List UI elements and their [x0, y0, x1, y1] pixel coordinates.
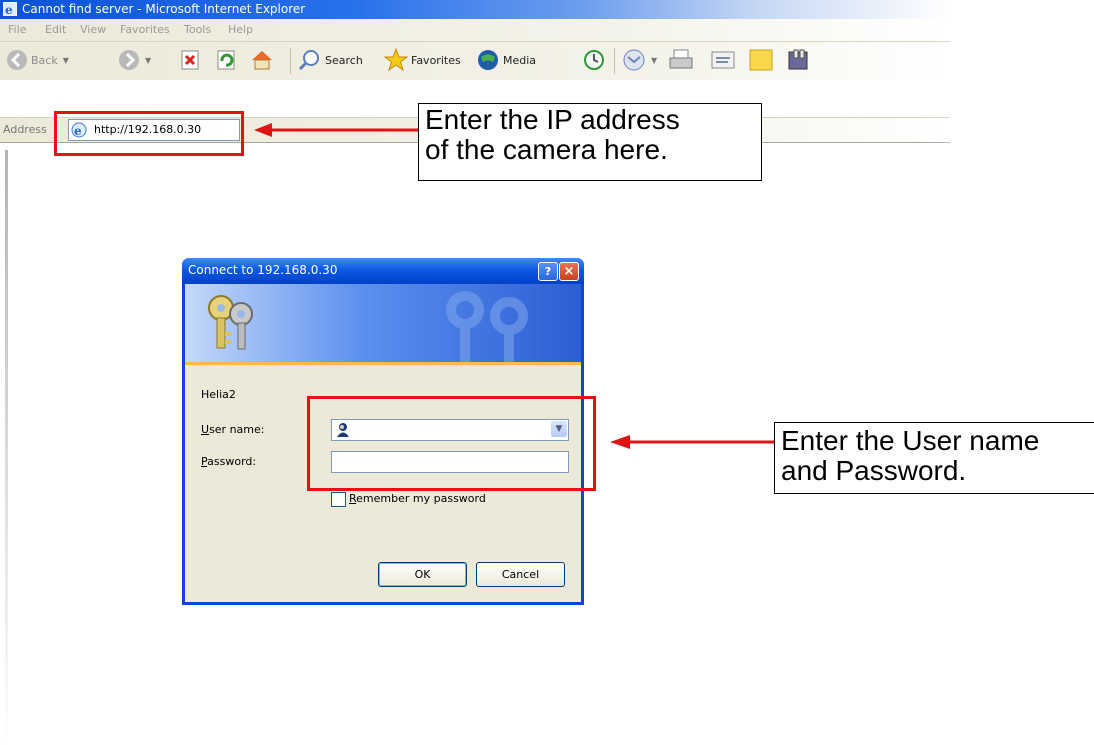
menu-file[interactable]: File [8, 23, 26, 36]
user-name-mnemonic: U [201, 423, 210, 436]
keys-watermark-icon [446, 291, 528, 362]
printer-icon [669, 49, 693, 69]
dialog-title-bar[interactable]: Connect to 192.168.0.30 ? × [182, 258, 584, 284]
ok-button[interactable]: OK [378, 562, 467, 587]
menu-bar: File Edit View Favorites Tools Help [0, 19, 950, 41]
ie-logo-icon: e [3, 2, 17, 16]
search-button[interactable]: Search [298, 47, 363, 73]
ie-title-bar[interactable]: e Cannot find server - Microsoft Interne… [0, 0, 950, 19]
toolbar-separator [614, 48, 615, 74]
login-callout-line2: and Password. [781, 455, 967, 486]
password-label: Password: [201, 455, 256, 468]
login-callout: Enter the User name and Password. [774, 422, 1094, 494]
address-label: Address [3, 123, 47, 136]
standard-toolbar: Back ▼ ▼ Search Favorites Media ▼ [0, 41, 950, 80]
home-icon [252, 51, 272, 70]
menu-help[interactable]: Help [228, 23, 253, 36]
favorites-label: Favorites [411, 53, 461, 67]
print-button[interactable] [668, 47, 694, 73]
chevron-down-icon[interactable]: ▼ [651, 56, 657, 65]
password-label-text: assword: [207, 455, 257, 468]
home-button[interactable] [250, 47, 274, 73]
arrow-left-icon [610, 435, 774, 449]
forward-arrow-icon [119, 50, 139, 70]
menu-edit[interactable]: Edit [45, 23, 66, 36]
remember-label-text: emember my password [356, 492, 486, 505]
star-icon [384, 48, 408, 72]
address-highlight-box [54, 111, 244, 156]
remember-password-checkbox[interactable] [331, 492, 346, 507]
stop-icon [181, 50, 199, 70]
history-icon [584, 50, 604, 70]
menu-tools[interactable]: Tools [184, 23, 211, 36]
login-highlight-box [307, 396, 596, 491]
user-name-label-text: ser name: [209, 423, 265, 436]
menu-favorites[interactable]: Favorites [120, 23, 170, 36]
keys-icon [208, 295, 253, 350]
media-button[interactable]: Media [476, 47, 536, 73]
svg-text:e: e [5, 3, 13, 16]
address-callout-line1: Enter the IP address [425, 104, 680, 135]
mail-icon [623, 49, 645, 71]
messenger-icon [788, 49, 808, 70]
forward-button[interactable]: ▼ [118, 47, 151, 73]
chevron-down-icon[interactable]: ▼ [145, 56, 151, 65]
search-icon [298, 50, 319, 71]
arrow-left-icon [254, 123, 418, 137]
window-left-border [5, 150, 8, 745]
window-title: Cannot find server - Microsoft Internet … [22, 2, 306, 16]
back-arrow-icon [7, 50, 27, 70]
remember-password-label[interactable]: Remember my password [349, 492, 486, 505]
refresh-icon [217, 50, 235, 70]
favorites-button[interactable]: Favorites [384, 47, 461, 73]
back-label: Back [31, 53, 58, 67]
mail-button[interactable]: ▼ [622, 47, 657, 73]
messenger-button[interactable] [786, 47, 812, 73]
close-button[interactable]: × [559, 262, 579, 281]
media-icon [478, 50, 498, 70]
edit-button[interactable] [710, 47, 736, 73]
stop-button[interactable] [180, 47, 200, 73]
edit-page-icon [711, 51, 735, 69]
sticky-note-icon [749, 49, 773, 71]
back-button[interactable]: Back ▼ [6, 47, 69, 73]
discuss-button[interactable] [748, 47, 774, 73]
menu-view[interactable]: View [80, 23, 106, 36]
dialog-banner [185, 284, 581, 365]
address-callout-line2: of the camera here. [425, 134, 668, 165]
address-callout: Enter the IP address of the camera here. [418, 103, 762, 181]
dialog-title: Connect to 192.168.0.30 [188, 263, 338, 277]
cancel-button[interactable]: Cancel [476, 562, 565, 587]
history-button[interactable] [582, 47, 606, 73]
chevron-down-icon[interactable]: ▼ [63, 56, 69, 65]
refresh-button[interactable] [216, 47, 236, 73]
login-callout-line1: Enter the User name [781, 425, 1040, 456]
help-button[interactable]: ? [538, 262, 558, 281]
media-label: Media [503, 53, 537, 67]
toolbar-separator [290, 48, 291, 74]
search-label: Search [325, 53, 363, 67]
server-name: Helia2 [201, 388, 236, 401]
window-fade-overlay [924, 0, 1094, 170]
user-name-label: User name: [201, 423, 264, 436]
